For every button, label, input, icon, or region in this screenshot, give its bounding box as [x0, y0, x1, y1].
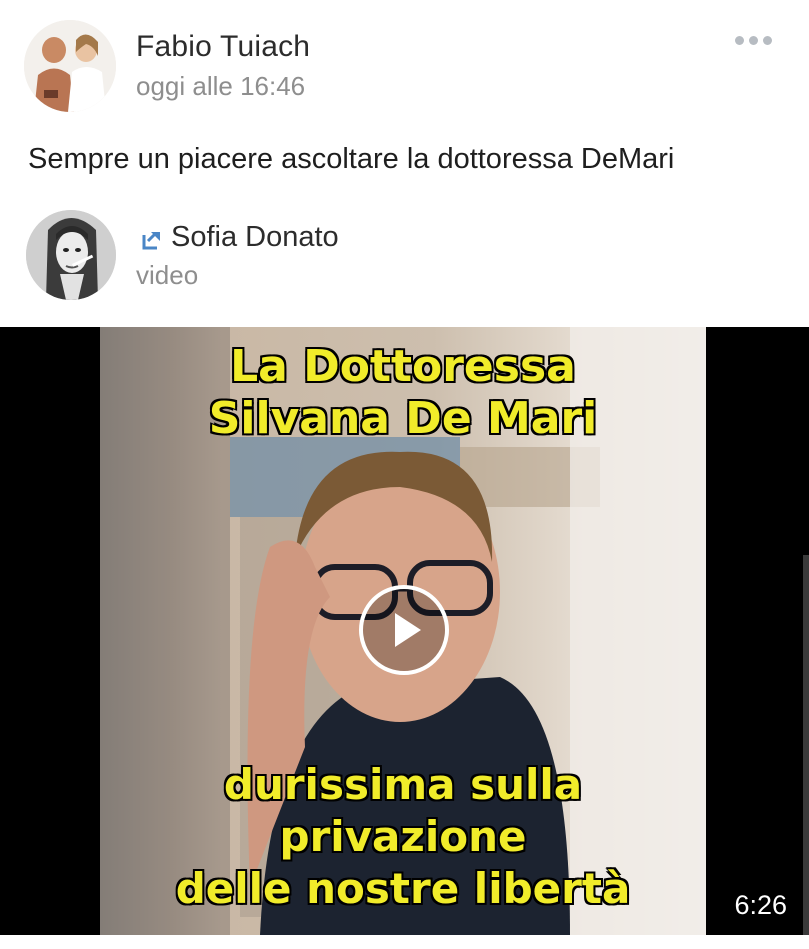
- shared-content-type: video: [136, 260, 199, 290]
- video-caption-bottom: durissima sulla privazione delle nostre …: [100, 759, 706, 915]
- video-duration: 6:26: [734, 890, 787, 920]
- post-header: Fabio Tuiach oggi alle 16:46: [0, 0, 809, 120]
- play-icon[interactable]: [359, 585, 449, 675]
- caption-line: delle nostre libertà: [175, 863, 632, 914]
- author-avatar-image: [24, 20, 116, 112]
- video-caption-top: La Dottoressa Silvana De Mari: [100, 340, 706, 445]
- caption-line: Silvana De Mari: [208, 392, 599, 445]
- scrollbar[interactable]: [803, 555, 809, 935]
- dot: [763, 35, 772, 45]
- shared-avatar-image: [26, 210, 116, 300]
- shared-author-avatar[interactable]: [26, 210, 116, 300]
- dot: [749, 35, 758, 45]
- caption-line: durissima sulla: [223, 759, 583, 810]
- shared-author-name[interactable]: Sofia Donato: [171, 221, 339, 254]
- shared-post-header: Sofia Donato video: [0, 205, 809, 315]
- more-options-icon[interactable]: [735, 32, 775, 48]
- dot: [735, 35, 744, 45]
- post-text: Sempre un piacere ascoltare la dottoress…: [28, 143, 675, 175]
- share-arrow-icon: [140, 227, 164, 251]
- caption-line: La Dottoressa: [229, 340, 577, 393]
- post-timestamp[interactable]: oggi alle 16:46: [136, 71, 305, 102]
- caption-line: privazione: [279, 811, 528, 862]
- author-name[interactable]: Fabio Tuiach: [136, 30, 310, 64]
- author-avatar[interactable]: [24, 20, 116, 112]
- video-player[interactable]: La Dottoressa Silvana De Mari durissima …: [0, 327, 809, 935]
